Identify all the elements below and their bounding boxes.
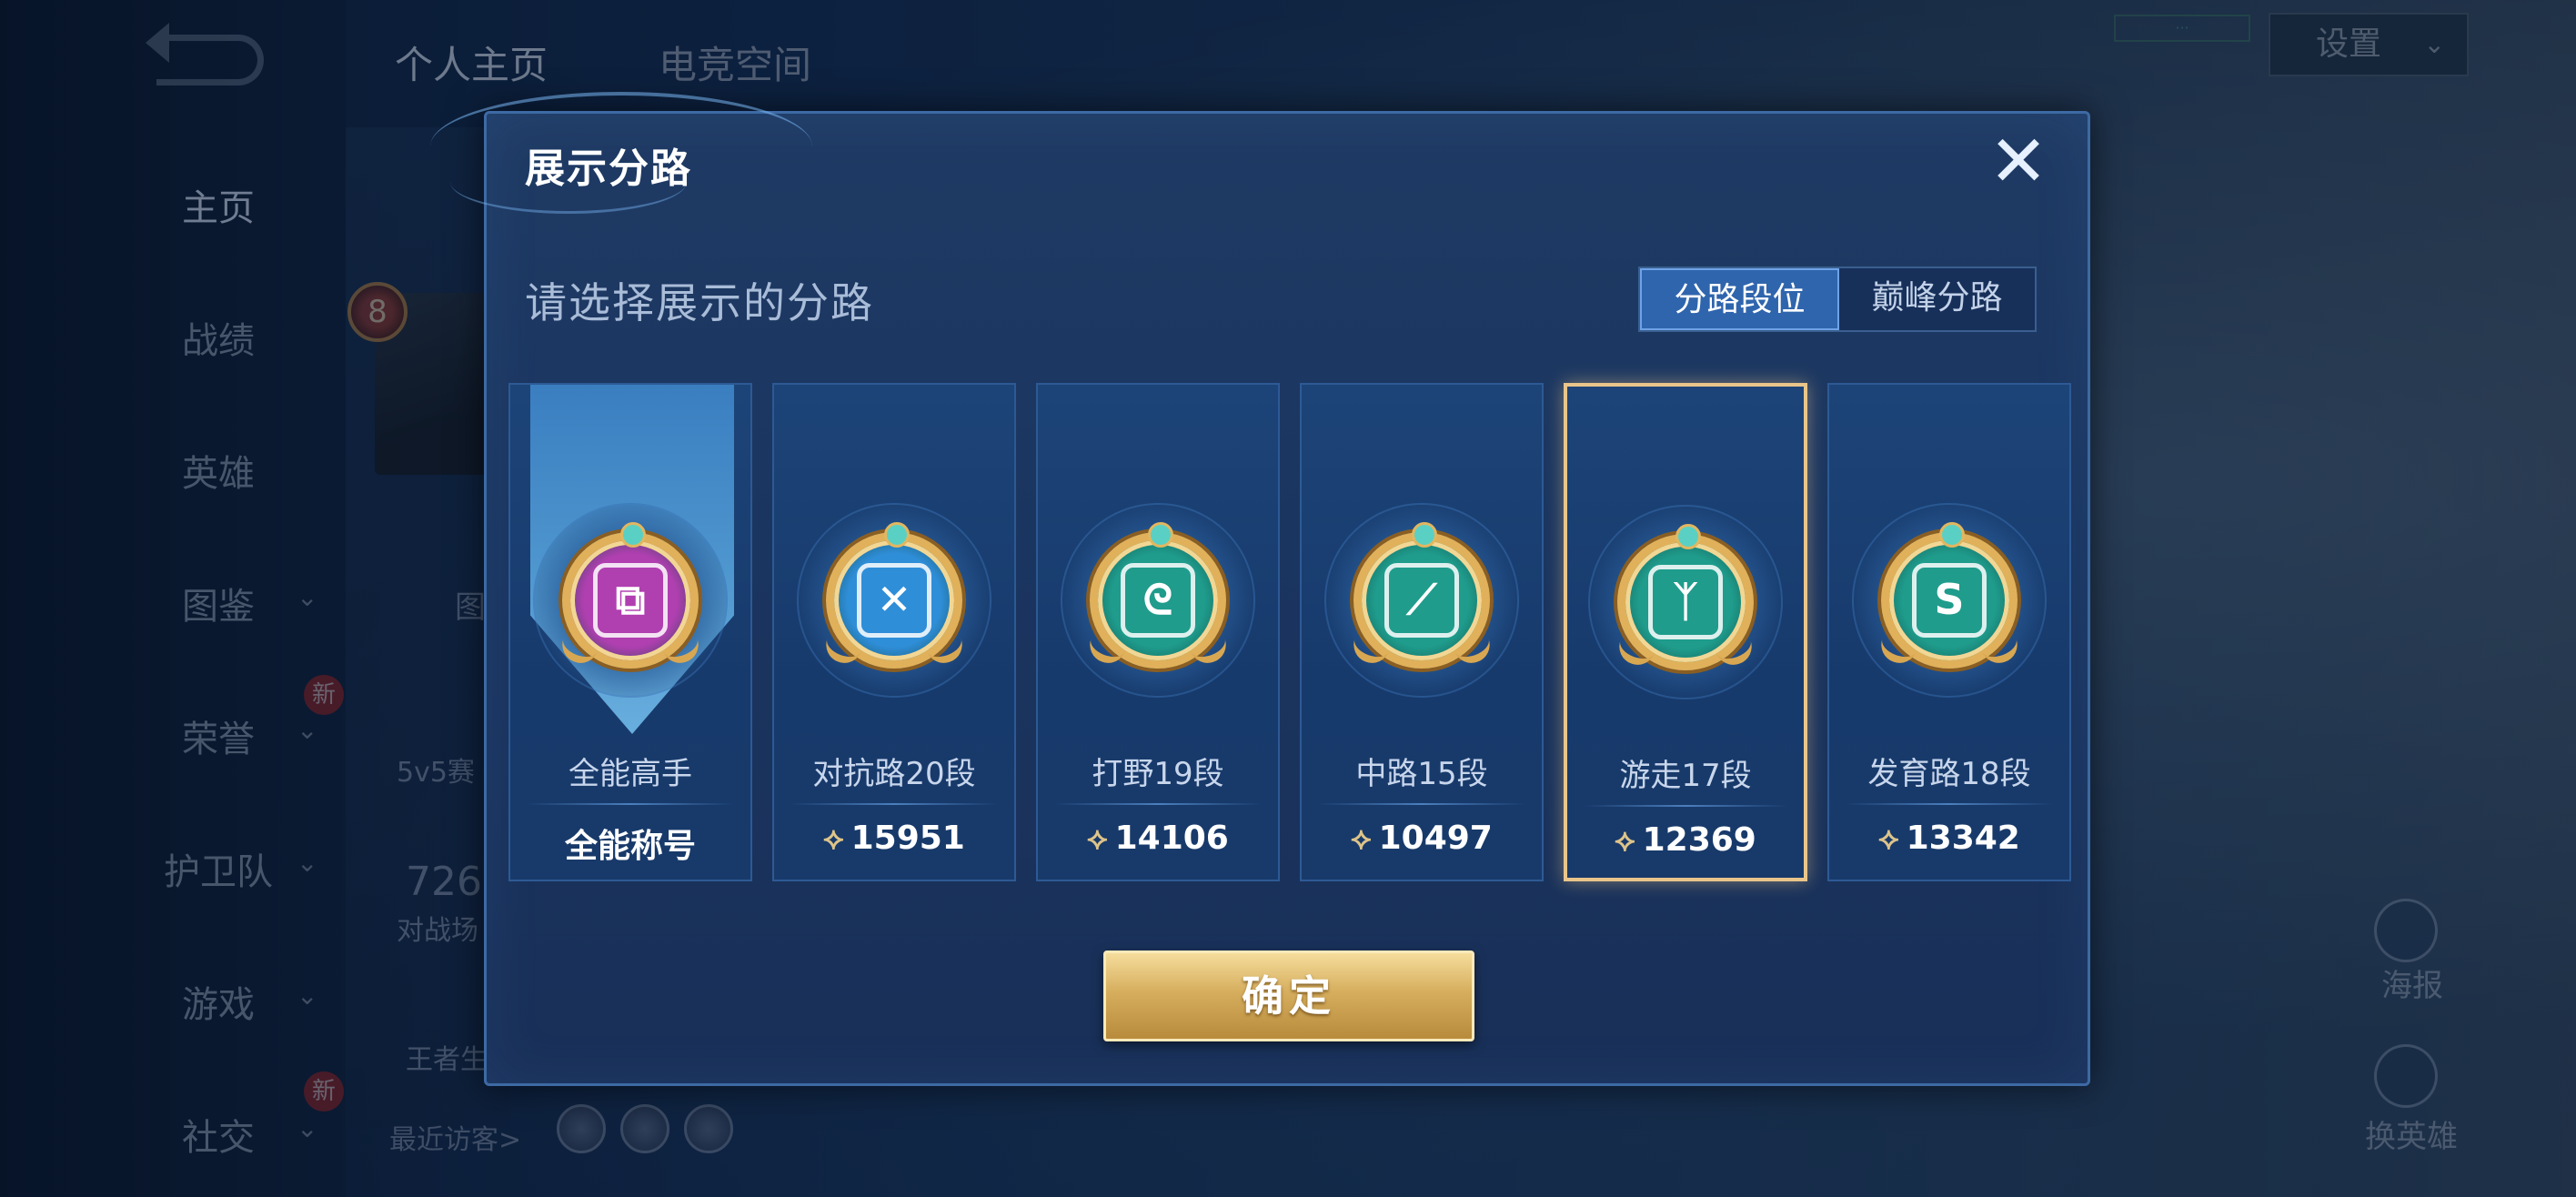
lane-card[interactable]: ⟋ 中路15段 ⟡ 10497	[1300, 383, 1544, 881]
divider	[1584, 805, 1787, 807]
close-icon[interactable]: ✕	[1982, 126, 2055, 199]
lane-score-row: 全能称号	[510, 820, 750, 867]
lane-name: 打野19段	[1092, 756, 1224, 792]
emblem-glyph: ⟋	[1384, 563, 1459, 638]
lane-name: 全能高手	[569, 756, 692, 792]
toggle-peak-lane[interactable]: 巅峰分路	[1839, 268, 2035, 330]
lane-card[interactable]: ᘓ 打野19段 ⟡ 14106	[1036, 383, 1280, 881]
lane-display-dialog: 展示分路 ✕ 请选择展示的分路 分路段位 巅峰分路 ⧉ 全能高手全能称号 ✕ 对抗路2…	[430, 92, 2090, 1086]
lane-score: 14106	[1114, 820, 1229, 857]
lane-score-row: ⟡ 10497	[1302, 820, 1542, 857]
lane-name: 发育路18段	[1867, 756, 2031, 792]
points-icon: ⟡	[1878, 820, 1899, 857]
emblem-glyph: ⧉	[593, 563, 668, 638]
points-icon: ⟡	[823, 820, 844, 857]
lane-score: 全能称号	[564, 828, 696, 865]
lane-name: 游走17段	[1619, 758, 1752, 794]
lane-name: 对抗路20段	[812, 756, 976, 792]
lane-card[interactable]: ✕ 对抗路20段 ⟡ 15951	[772, 383, 1016, 881]
emblem-glyph: S	[1912, 563, 1987, 638]
lane-score: 13342	[1906, 820, 2020, 857]
emblem-glyph: ✕	[857, 563, 931, 638]
divider	[527, 803, 734, 805]
lane-name: 中路15段	[1355, 756, 1488, 792]
divider	[1846, 803, 2053, 805]
lane-score-row: ⟡ 15951	[774, 820, 1014, 857]
lane-card[interactable]: S 发育路18段 ⟡ 13342	[1827, 383, 2071, 881]
lane-card[interactable]: ᛉ 游走17段 ⟡ 12369	[1564, 383, 1807, 881]
lane-card-list: ⧉ 全能高手 全能称号 ✕ 对抗路20段 ⟡ 15951 ᘓ 打野19段 ⟡ 14106 ⟋ 中路15段…	[508, 383, 2073, 881]
divider	[1318, 803, 1525, 805]
lane-score: 10497	[1378, 820, 1493, 857]
dialog-subtitle: 请选择展示的分路	[525, 278, 874, 327]
lane-mode-toggle: 分路段位 巅峰分路	[1638, 267, 2037, 332]
points-icon: ⟡	[1087, 820, 1108, 857]
toggle-lane-rank[interactable]: 分路段位	[1640, 268, 1839, 330]
lane-score-row: ⟡ 13342	[1829, 820, 2069, 857]
emblem-glyph: ᛉ	[1648, 565, 1723, 639]
confirm-button[interactable]: 确定	[1103, 951, 1474, 1041]
divider	[1054, 803, 1262, 805]
points-icon: ⟡	[1615, 822, 1635, 859]
lane-score-row: ⟡ 14106	[1038, 820, 1278, 857]
emblem-glyph: ᘓ	[1121, 563, 1195, 638]
divider	[790, 803, 998, 805]
lane-score-row: ⟡ 12369	[1567, 821, 1804, 859]
lane-score: 15951	[850, 820, 965, 857]
points-icon: ⟡	[1351, 820, 1372, 857]
dialog-title: 展示分路	[525, 146, 692, 192]
lane-card[interactable]: ⧉ 全能高手全能称号	[508, 383, 752, 881]
lane-score: 12369	[1642, 821, 1756, 859]
